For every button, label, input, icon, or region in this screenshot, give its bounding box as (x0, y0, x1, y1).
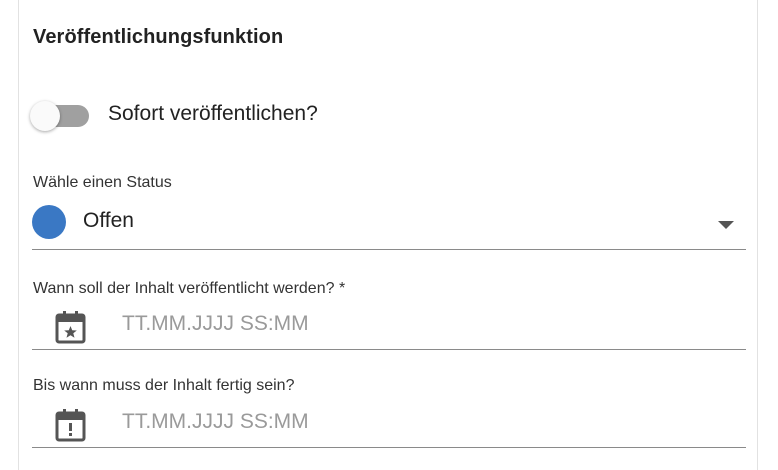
toggle-thumb[interactable] (30, 101, 60, 131)
status-select-label: Wähle einen Status (33, 174, 172, 191)
publish-now-label[interactable]: Sofort veröffentlichen? (108, 102, 318, 126)
status-select-value: Offen (83, 209, 134, 232)
chevron-down-icon[interactable] (718, 221, 734, 229)
status-select[interactable]: Offen (32, 196, 746, 250)
publish-date-field[interactable] (32, 300, 746, 350)
status-color-dot (32, 205, 66, 239)
due-date-field[interactable] (32, 398, 746, 448)
publish-date-label: Wann soll der Inhalt veröffentlicht werd… (33, 280, 346, 297)
publish-date-input[interactable] (122, 308, 722, 340)
publish-now-toggle[interactable] (30, 100, 90, 132)
calendar-alert-icon[interactable] (54, 408, 86, 442)
page: Veröffentlichungsfunktion Sofort veröffe… (0, 0, 778, 470)
calendar-star-icon[interactable] (54, 310, 86, 344)
due-date-label: Bis wann muss der Inhalt fertig sein? (33, 377, 295, 394)
section-title: Veröffentlichungsfunktion (33, 26, 284, 48)
due-date-input[interactable] (122, 406, 722, 438)
